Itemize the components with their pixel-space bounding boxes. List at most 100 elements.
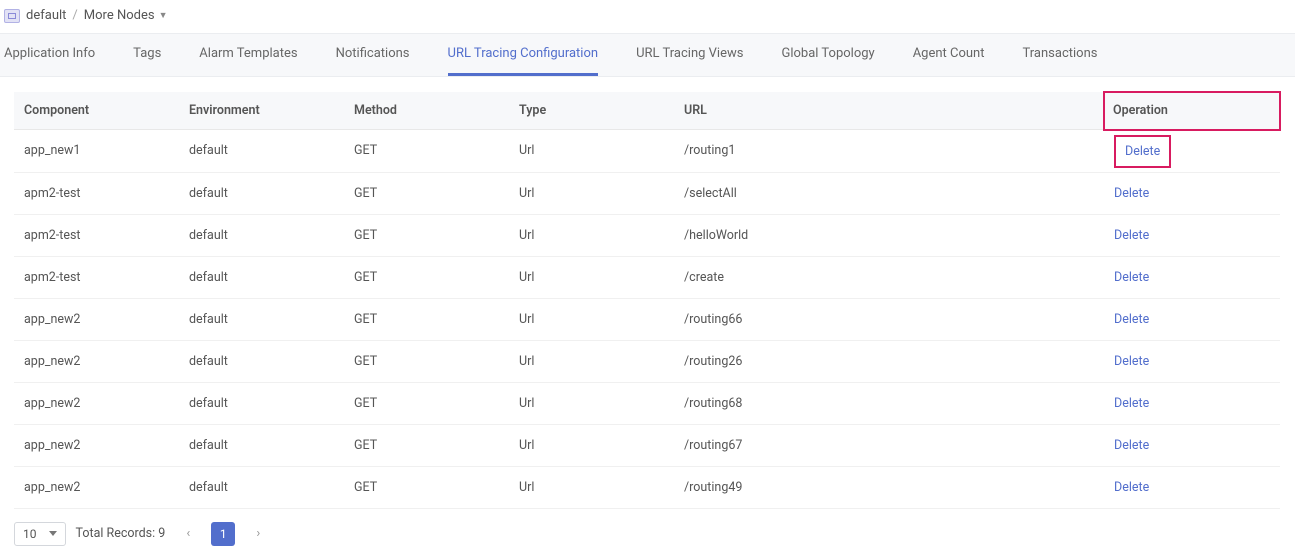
cell-type: Url — [509, 382, 674, 424]
table-row: apm2-testdefaultGETUrl/selectAllDelete — [14, 172, 1280, 214]
cell-operation: Delete — [1104, 214, 1280, 256]
tab-notifications[interactable]: Notifications — [336, 34, 410, 76]
cell-component: apm2-test — [14, 214, 179, 256]
page-number-current[interactable]: 1 — [211, 522, 235, 546]
cell-type: Url — [509, 424, 674, 466]
table-row: app_new2defaultGETUrl/routing26Delete — [14, 340, 1280, 382]
delete-link[interactable]: Delete — [1114, 480, 1149, 495]
cell-operation: Delete — [1104, 298, 1280, 340]
cell-method: GET — [344, 382, 509, 424]
col-header-method: Method — [344, 92, 509, 130]
more-nodes-label: More Nodes — [84, 8, 155, 23]
col-header-environment: Environment — [179, 92, 344, 130]
page-size-value: 10 — [23, 527, 37, 541]
delete-link[interactable]: Delete — [1114, 396, 1149, 411]
col-header-component: Component — [14, 92, 179, 130]
tab-tags[interactable]: Tags — [133, 34, 161, 76]
delete-link[interactable]: Delete — [1114, 135, 1171, 168]
next-page-button[interactable]: › — [245, 521, 271, 547]
breadcrumb: default / More Nodes ▼ — [0, 0, 1295, 33]
tab-agent-count[interactable]: Agent Count — [913, 34, 985, 76]
breadcrumb-root[interactable]: default — [26, 8, 66, 23]
cell-environment: default — [179, 298, 344, 340]
cell-component: app_new2 — [14, 424, 179, 466]
cell-url: /selectAll — [674, 172, 1104, 214]
tab-application-info[interactable]: Application Info — [4, 34, 95, 76]
tab-url-tracing-configuration[interactable]: URL Tracing Configuration — [448, 34, 599, 76]
cell-method: GET — [344, 130, 509, 173]
page-size-select[interactable]: 10 — [14, 522, 66, 546]
cell-method: GET — [344, 424, 509, 466]
total-records-label: Total Records: 9 — [76, 526, 166, 541]
cell-type: Url — [509, 214, 674, 256]
table-row: app_new2defaultGETUrl/routing49Delete — [14, 466, 1280, 508]
cell-type: Url — [509, 130, 674, 173]
cell-environment: default — [179, 466, 344, 508]
cell-operation: Delete — [1104, 130, 1280, 173]
delete-link[interactable]: Delete — [1114, 270, 1149, 285]
tab-alarm-templates[interactable]: Alarm Templates — [199, 34, 297, 76]
cell-method: GET — [344, 214, 509, 256]
cell-component: apm2-test — [14, 172, 179, 214]
cell-component: app_new1 — [14, 130, 179, 173]
breadcrumb-separator: / — [72, 8, 77, 23]
table-row: app_new2defaultGETUrl/routing67 Delete — [14, 424, 1280, 466]
cell-component: app_new2 — [14, 298, 179, 340]
delete-link[interactable]: Delete — [1114, 312, 1149, 327]
cell-url: /routing49 — [674, 466, 1104, 508]
cell-operation: Delete — [1104, 382, 1280, 424]
cell-environment: default — [179, 130, 344, 173]
cell-component: apm2-test — [14, 256, 179, 298]
tabs-bar: Application Info Tags Alarm Templates Notif… — [0, 33, 1295, 77]
col-header-operation: Operation — [1104, 92, 1280, 130]
more-nodes-dropdown[interactable]: More Nodes ▼ — [84, 8, 168, 23]
triangle-down-icon — [49, 531, 57, 536]
app-icon — [4, 9, 20, 23]
cell-operation: Delete — [1104, 256, 1280, 298]
delete-link[interactable]: Delete — [1114, 438, 1149, 453]
cell-url: /routing26 — [674, 340, 1104, 382]
cell-environment: default — [179, 382, 344, 424]
cell-environment: default — [179, 214, 344, 256]
cell-environment: default — [179, 424, 344, 466]
tab-transactions[interactable]: Transactions — [1023, 34, 1098, 76]
cell-type: Url — [509, 298, 674, 340]
url-tracing-table-wrap: Component Environment Method Type URL Op… — [0, 77, 1295, 509]
delete-link[interactable]: Delete — [1114, 354, 1149, 369]
cell-operation: Delete — [1104, 340, 1280, 382]
col-header-url: URL — [674, 92, 1104, 130]
cell-type: Url — [509, 172, 674, 214]
cell-type: Url — [509, 466, 674, 508]
table-row: app_new1defaultGETUrl/routing1Delete — [14, 130, 1280, 173]
table-row: app_new2defaultGETUrl/routing68 Delete — [14, 382, 1280, 424]
table-row: app_new2defaultGETUrl/routing66 Delete — [14, 298, 1280, 340]
cell-url: /routing66 — [674, 298, 1104, 340]
cell-url: /routing67 — [674, 424, 1104, 466]
cell-url: /create — [674, 256, 1104, 298]
cell-operation: Delete — [1104, 424, 1280, 466]
cell-environment: default — [179, 256, 344, 298]
table-row: apm2-testdefaultGETUrl/helloWorld Delete — [14, 214, 1280, 256]
cell-operation: Delete — [1104, 466, 1280, 508]
table-row: apm2-testdefaultGETUrl/create Delete — [14, 256, 1280, 298]
delete-link[interactable]: Delete — [1114, 228, 1149, 243]
url-tracing-table: Component Environment Method Type URL Op… — [14, 91, 1281, 509]
cell-component: app_new2 — [14, 382, 179, 424]
cell-type: Url — [509, 256, 674, 298]
chevron-down-icon: ▼ — [159, 10, 168, 21]
cell-method: GET — [344, 256, 509, 298]
prev-page-button[interactable]: ‹ — [175, 521, 201, 547]
cell-environment: default — [179, 340, 344, 382]
table-header-row: Component Environment Method Type URL Op… — [14, 92, 1280, 130]
tab-global-topology[interactable]: Global Topology — [781, 34, 874, 76]
cell-method: GET — [344, 172, 509, 214]
cell-url: /routing68 — [674, 382, 1104, 424]
delete-link[interactable]: Delete — [1114, 186, 1149, 201]
cell-method: GET — [344, 340, 509, 382]
cell-component: app_new2 — [14, 340, 179, 382]
cell-url: /helloWorld — [674, 214, 1104, 256]
cell-method: GET — [344, 298, 509, 340]
cell-component: app_new2 — [14, 466, 179, 508]
cell-operation: Delete — [1104, 172, 1280, 214]
tab-url-tracing-views[interactable]: URL Tracing Views — [636, 34, 743, 76]
